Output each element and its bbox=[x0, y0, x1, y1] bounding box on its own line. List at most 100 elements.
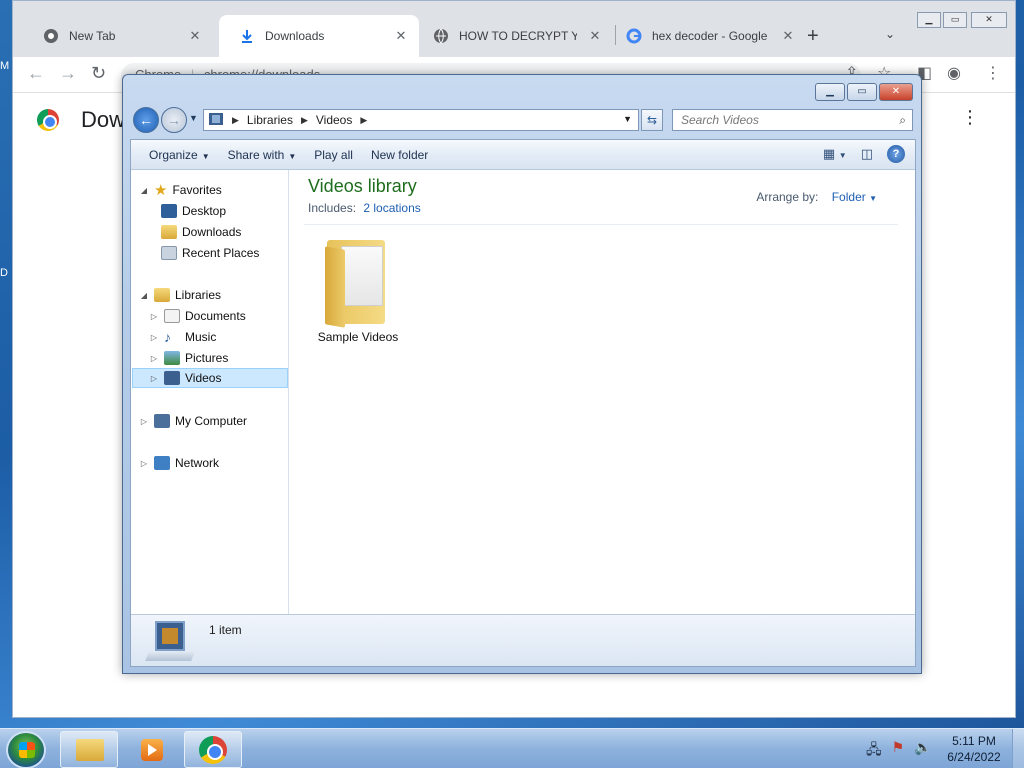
star-icon: ★ bbox=[154, 182, 168, 199]
arrange-by: Arrange by: Folder ▼ bbox=[756, 190, 877, 204]
nav-videos[interactable]: ▷ Videos bbox=[132, 368, 288, 388]
nav-desktop[interactable]: Desktop bbox=[161, 201, 226, 221]
tab-downloads[interactable]: Downloads ✕ bbox=[219, 15, 419, 57]
address-history-dropdown-icon[interactable]: ▼ bbox=[623, 114, 632, 124]
downloads-menu-icon[interactable]: ⋮ bbox=[961, 107, 979, 128]
nav-downloads[interactable]: Downloads bbox=[161, 222, 241, 242]
collapse-arrow-icon[interactable]: ▷ bbox=[149, 312, 159, 321]
desktop-icon-label-fragment: M bbox=[0, 60, 10, 72]
breadcrumb-libraries[interactable]: Libraries bbox=[247, 113, 293, 127]
breadcrumb-separator-icon[interactable]: ▶ bbox=[232, 115, 239, 126]
chrome-close-button[interactable]: ✕ bbox=[971, 12, 1007, 28]
arrange-by-value: Folder bbox=[831, 190, 866, 204]
taskbar-media-player-button[interactable] bbox=[122, 731, 180, 768]
nav-music[interactable]: ▷ ♪ Music bbox=[149, 327, 216, 347]
library-locations-link[interactable]: 2 locations bbox=[363, 201, 420, 215]
nav-favorites[interactable]: ◢ ★ Favorites bbox=[139, 180, 222, 200]
nav-recent-places[interactable]: Recent Places bbox=[161, 243, 259, 263]
pictures-icon bbox=[164, 351, 180, 365]
nav-label: My Computer bbox=[175, 414, 248, 428]
profile-avatar-icon[interactable]: ◉ bbox=[947, 63, 961, 83]
new-folder-button[interactable]: New folder bbox=[362, 148, 437, 162]
desktop-icon bbox=[161, 204, 177, 218]
explorer-close-button[interactable]: ✕ bbox=[879, 83, 913, 101]
tab-hex-decoder[interactable]: hex decoder - Google S ✕ bbox=[606, 15, 806, 57]
page-title: Dow bbox=[81, 107, 126, 132]
organize-button[interactable]: Organize ▼ bbox=[140, 148, 219, 162]
organize-label: Organize bbox=[149, 147, 198, 162]
explorer-refresh-button[interactable]: ⇆ bbox=[641, 109, 663, 131]
explorer-address-bar[interactable]: ▶ Libraries ▶ Videos ▶ ▼ bbox=[203, 109, 639, 131]
start-button[interactable] bbox=[6, 731, 46, 768]
command-bar: Organize ▼ Share with ▼ Play all New folde… bbox=[131, 140, 915, 170]
reload-icon[interactable]: ↻ bbox=[91, 63, 106, 84]
collapse-arrow-icon[interactable]: ▷ bbox=[139, 417, 149, 426]
system-tray: 🖧 ⚑ 🔈 bbox=[866, 739, 932, 763]
collapse-arrow-icon[interactable]: ▷ bbox=[139, 459, 149, 468]
tab-title: Downloads bbox=[265, 29, 325, 43]
nav-label: Videos bbox=[185, 371, 222, 385]
tab-new-tab[interactable]: New Tab ✕ bbox=[23, 15, 213, 57]
tab-close-icon[interactable]: ✕ bbox=[187, 28, 203, 44]
search-input[interactable]: Search Videos ⌕ bbox=[672, 109, 913, 131]
recent-pages-dropdown-icon[interactable]: ▼ bbox=[189, 113, 198, 123]
forward-arrow-icon[interactable]: → bbox=[59, 63, 77, 84]
tab-close-icon[interactable]: ✕ bbox=[780, 28, 796, 44]
nav-documents[interactable]: ▷ Documents bbox=[149, 306, 246, 326]
nav-label: Libraries bbox=[175, 288, 222, 302]
collapse-arrow-icon[interactable]: ▷ bbox=[149, 333, 159, 342]
nav-libraries[interactable]: ◢ Libraries bbox=[139, 285, 221, 305]
preview-pane-icon[interactable]: ◫ bbox=[861, 146, 873, 162]
nav-network[interactable]: ▷ Network bbox=[139, 453, 219, 473]
tab-search-chevron-icon[interactable]: ⌄ bbox=[885, 27, 895, 41]
clock-time: 5:11 PM bbox=[952, 734, 996, 748]
nav-label: Pictures bbox=[185, 351, 229, 365]
arrange-by-dropdown[interactable]: Folder ▼ bbox=[832, 190, 877, 204]
change-view-icon[interactable]: ▦ ▼ bbox=[823, 146, 847, 162]
nav-my-computer[interactable]: ▷ My Computer bbox=[139, 411, 247, 431]
explorer-caption-buttons: ▁ ▭ ✕ bbox=[815, 83, 913, 101]
view-controls: ▦ ▼ ◫ ? bbox=[823, 145, 905, 163]
explorer-back-button[interactable]: ← bbox=[133, 107, 159, 133]
explorer-forward-button[interactable]: → bbox=[161, 107, 187, 133]
back-arrow-icon[interactable]: ← bbox=[27, 63, 45, 84]
nav-label: Recent Places bbox=[182, 246, 260, 260]
tab-how-to-decrypt[interactable]: HOW TO DECRYPT YOU ✕ bbox=[413, 15, 613, 57]
clock[interactable]: 5:11 PM 6/24/2022 bbox=[940, 733, 1008, 765]
details-pane: 1 item bbox=[131, 614, 915, 666]
action-center-flag-icon[interactable]: ⚑ bbox=[892, 739, 905, 763]
explorer-address-row: ← → ▼ ▶ Libraries ▶ Videos ▶ ▼ ⇆ Search … bbox=[131, 107, 913, 135]
breadcrumb-separator-icon[interactable]: ▶ bbox=[301, 115, 308, 126]
expand-arrow-icon[interactable]: ◢ bbox=[139, 291, 149, 300]
explorer-minimize-button[interactable]: ▁ bbox=[815, 83, 845, 101]
network-tray-icon[interactable]: 🖧 bbox=[866, 739, 882, 763]
expand-arrow-icon[interactable]: ◢ bbox=[139, 186, 149, 195]
chrome-menu-icon[interactable]: ⋮ bbox=[985, 63, 1001, 83]
breadcrumb-videos[interactable]: Videos bbox=[316, 113, 352, 127]
tab-close-icon[interactable]: ✕ bbox=[393, 28, 409, 44]
collapse-arrow-icon[interactable]: ▷ bbox=[149, 354, 159, 363]
search-placeholder: Search Videos bbox=[681, 113, 759, 127]
volume-icon[interactable]: 🔈 bbox=[914, 739, 931, 763]
tab-close-icon[interactable]: ✕ bbox=[587, 28, 603, 44]
breadcrumb-separator-icon[interactable]: ▶ bbox=[360, 115, 367, 126]
share-with-button[interactable]: Share with ▼ bbox=[219, 148, 306, 162]
nav-label: Downloads bbox=[182, 225, 242, 239]
taskbar: 🖧 ⚑ 🔈 5:11 PM 6/24/2022 bbox=[0, 728, 1024, 768]
globe-icon bbox=[433, 28, 449, 44]
arrange-by-label: Arrange by: bbox=[756, 190, 819, 204]
folder-item[interactable]: Sample Videos bbox=[310, 234, 406, 344]
taskbar-explorer-button[interactable] bbox=[60, 731, 118, 768]
play-all-button[interactable]: Play all bbox=[305, 148, 362, 162]
chrome-maximize-button[interactable]: ▭ bbox=[943, 12, 967, 28]
taskbar-chrome-button[interactable] bbox=[184, 731, 242, 768]
nav-pictures[interactable]: ▷ Pictures bbox=[149, 348, 228, 368]
new-tab-button[interactable]: + bbox=[807, 25, 819, 48]
help-icon[interactable]: ? bbox=[887, 145, 905, 163]
explorer-maximize-button[interactable]: ▭ bbox=[847, 83, 877, 101]
chrome-minimize-button[interactable]: ▁ bbox=[917, 12, 941, 28]
collapse-arrow-icon[interactable]: ▷ bbox=[149, 374, 159, 383]
search-icon[interactable]: ⌕ bbox=[899, 113, 906, 128]
show-desktop-button[interactable] bbox=[1012, 729, 1024, 768]
library-title: Videos library bbox=[308, 176, 417, 196]
